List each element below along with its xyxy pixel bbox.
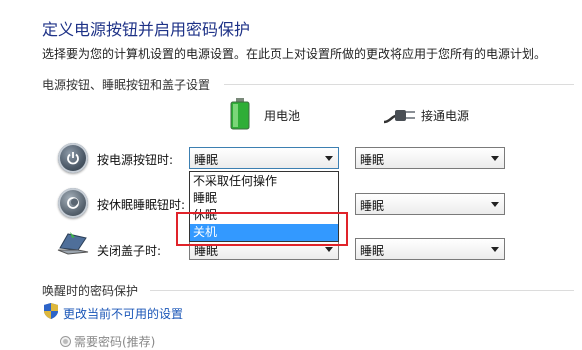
page-description: 选择要为您的计算机设置的电源设置。在此页上对设置所做的更改将应用于您所有的电源计… (42, 47, 547, 61)
chevron-down-icon (325, 247, 333, 252)
sleep-button-plugged-select[interactable]: 睡眠 (355, 193, 505, 215)
power-section-heading: 电源按钮、睡眠按钮和盖子设置 (42, 78, 211, 92)
chevron-down-icon (491, 202, 499, 207)
close-lid-label: 关闭盖子时: (97, 244, 162, 258)
section-divider (150, 290, 574, 291)
require-password-label: 需要密码(推荐) (74, 335, 156, 349)
chevron-down-icon (325, 156, 333, 161)
annotation-highlight-box (176, 212, 348, 246)
battery-icon (230, 98, 250, 130)
change-unavailable-settings-link[interactable]: 更改当前不可用的设置 (63, 305, 183, 322)
power-button-battery-select[interactable]: 睡眠 (189, 147, 339, 169)
page-title: 定义电源按钮并启用密码保护 (42, 20, 251, 39)
chevron-down-icon (491, 247, 499, 252)
password-section-heading: 唤醒时的密码保护 (42, 284, 139, 298)
dropdown-option-do-nothing[interactable]: 不采取任何操作 (190, 173, 338, 190)
plug-icon (382, 104, 416, 126)
plugged-column-label: 接通电源 (421, 109, 470, 123)
battery-column-label: 用电池 (264, 109, 301, 123)
chevron-down-icon (491, 156, 499, 161)
sleep-button-label: 按休眠睡眠钮时: (97, 198, 186, 212)
close-lid-plugged-select[interactable]: 睡眠 (355, 238, 505, 260)
shield-icon (44, 303, 58, 319)
require-password-radio[interactable] (60, 336, 71, 347)
section-divider (224, 84, 574, 85)
dropdown-option-sleep[interactable]: 睡眠 (190, 190, 338, 207)
laptop-lid-icon (56, 228, 90, 256)
sleep-button-icon (58, 188, 88, 218)
power-button-icon (58, 143, 88, 173)
power-button-plugged-select[interactable]: 睡眠 (355, 147, 505, 169)
power-button-label: 按电源按钮时: (97, 153, 174, 167)
